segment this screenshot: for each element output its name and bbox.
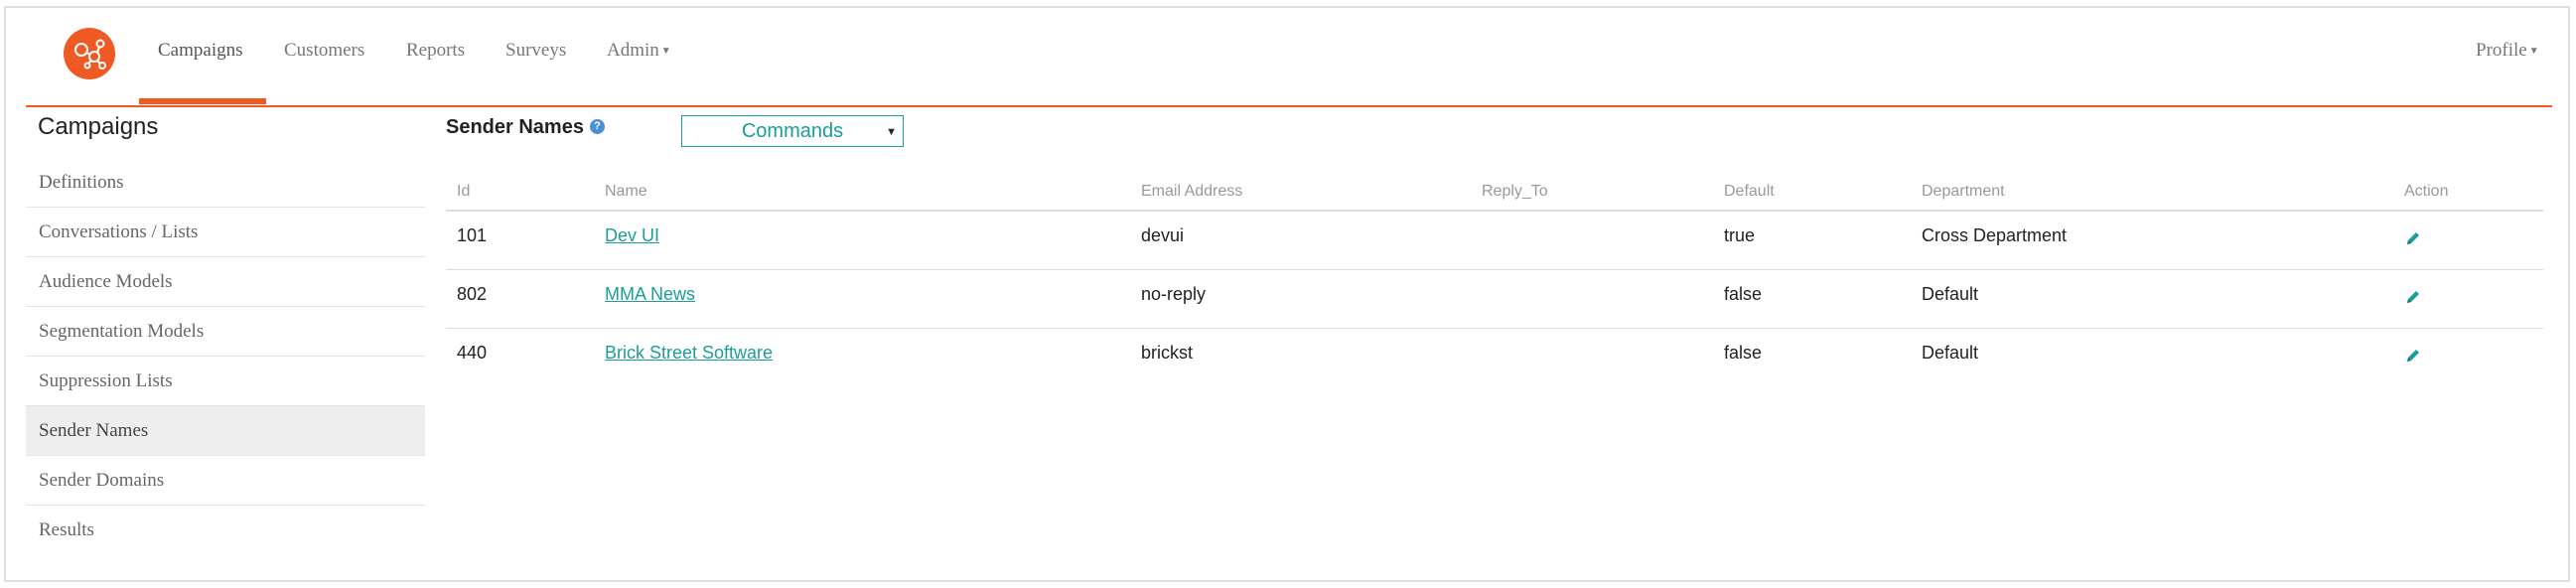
cell-default: true [1713,211,1911,270]
page-title-text: Sender Names [446,116,584,138]
cell-default: false [1724,342,1763,363]
cell-reply-to [1471,211,1713,270]
table-row: 802 MMA News no-reply false Default [446,269,2543,329]
sidebar-item-results[interactable]: Results [26,506,425,555]
table-header-row: Id Name Email Address Reply_To Default D… [446,173,2543,212]
cell-name: MMA News [594,269,1130,329]
network-logo-icon[interactable] [64,28,115,79]
table-row: 101 Dev UI devui true Cross Department [446,211,2543,270]
sidebar-item-definitions[interactable]: Definitions [26,158,425,208]
caret-down-icon: ▼ [886,126,897,138]
pencil-edit-icon[interactable] [2404,229,2422,252]
column-header-action: Action [2393,173,2543,212]
cell-action [2393,211,2543,270]
cell-reply-to [1471,328,1713,386]
pencil-edit-icon[interactable] [2404,288,2422,311]
caret-down-icon: ▼ [660,46,671,58]
sidebar-menu: Definitions Conversations / Lists Audien… [26,158,425,555]
cell-reply-to [1471,269,1713,329]
column-header-name[interactable]: Name [594,173,1130,212]
table-row: 440 Brick Street Software brickst false … [446,328,2543,386]
sender-name-link[interactable]: Brick Street Software [605,343,773,363]
info-icon[interactable]: ? [589,119,605,135]
column-header-department[interactable]: Department [1911,173,2393,212]
sidebar-item-conversations-lists[interactable]: Conversations / Lists [26,208,425,257]
sender-name-link[interactable]: Dev UI [605,225,659,245]
sidebar-item-suppression-lists[interactable]: Suppression Lists [26,357,425,406]
cell-name: Brick Street Software [594,328,1130,386]
nav-profile-label: Profile [2476,40,2527,61]
cell-email: devui [1130,211,1471,270]
sidebar-item-audience-models[interactable]: Audience Models [26,257,425,307]
cell-email: brickst [1141,342,1194,363]
nav-divider [26,105,2552,107]
sender-name-link[interactable]: MMA News [605,284,695,304]
nav-admin[interactable]: Admin ▼ [607,40,671,62]
sender-names-table: Id Name Email Address Reply_To Default D… [446,173,2543,386]
commands-label: Commands [741,120,844,142]
page-title: Sender Names? [446,116,605,139]
pencil-edit-icon[interactable] [2404,347,2422,369]
sidebar-title: Campaigns [38,113,159,140]
cell-action [2393,269,2543,329]
caret-down-icon: ▼ [2528,46,2539,58]
cell-id: 802 [446,269,594,329]
cell-department: Default [1911,269,2393,329]
sidebar-item-sender-domains[interactable]: Sender Domains [26,456,425,506]
cell-name: Dev UI [594,211,1130,270]
cell-department: Default [1922,342,1979,363]
cell-action [2393,328,2543,386]
column-header-email[interactable]: Email Address [1130,173,1471,212]
cell-id: 101 [446,211,594,270]
sidebar-item-segmentation-models[interactable]: Segmentation Models [26,307,425,357]
cell-department: Cross Department [1911,211,2393,270]
column-header-reply-to[interactable]: Reply_To [1471,173,1713,212]
cell-email: no-reply [1130,269,1471,329]
column-header-id[interactable]: Id [446,173,594,212]
nav-reports[interactable]: Reports [406,40,465,62]
cell-id: 440 [457,342,488,363]
cell-default: false [1713,269,1911,329]
nav-profile[interactable]: Profile ▼ [2476,40,2539,62]
nav-surveys[interactable]: Surveys [505,40,566,62]
commands-dropdown[interactable]: Commands ▼ [681,115,904,147]
nav-admin-label: Admin [607,40,659,61]
active-tab-indicator [139,98,266,104]
nav-campaigns[interactable]: Campaigns [158,40,243,62]
nav-customers[interactable]: Customers [284,40,364,62]
sidebar-item-sender-names[interactable]: Sender Names [26,406,425,456]
column-header-default[interactable]: Default [1713,173,1911,212]
